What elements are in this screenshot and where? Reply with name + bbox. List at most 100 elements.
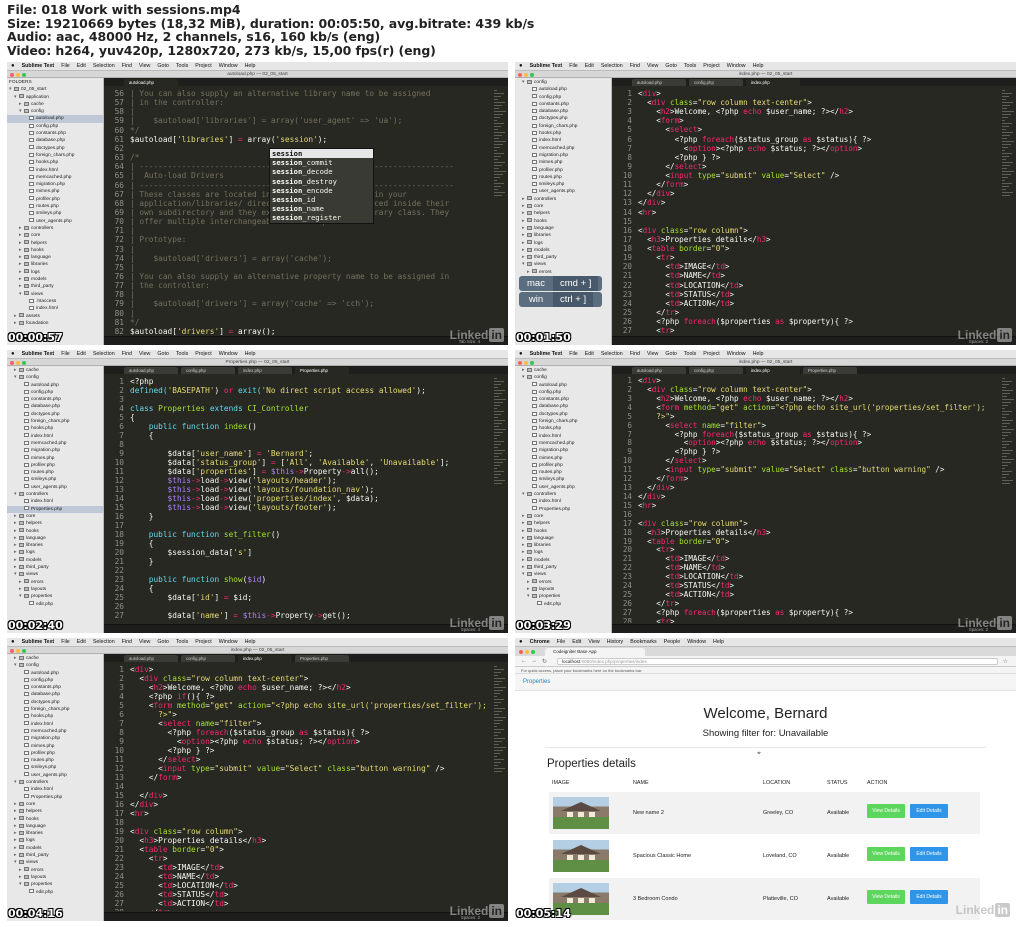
tree-item[interactable]: ▸ third_party [7, 852, 103, 859]
back-icon[interactable]: ← [521, 658, 527, 664]
tree-item[interactable]: ▾ controllers [7, 779, 103, 786]
tree-item[interactable]: memcached.php [7, 440, 103, 447]
tree-item[interactable]: ▾ controllers [515, 491, 611, 498]
tree-item[interactable]: ▾ properties [7, 593, 103, 600]
code-editor[interactable]: 1 2 3 4 5 6 7 8 9 10 11 12 13 14 15 16 17 18 19 20 21 22 23 24 2… [104, 662, 492, 911]
editor-tab[interactable]: index.php [238, 367, 292, 374]
tree-item[interactable]: migration.php [7, 735, 103, 742]
menu-item-edit[interactable]: Edit [77, 639, 86, 645]
menu-item-edit[interactable]: Edit [77, 63, 86, 69]
tree-item[interactable]: ▸ models [7, 557, 103, 564]
tree-item[interactable]: database.php [515, 403, 611, 410]
tree-item[interactable]: ▸ hooks [515, 218, 611, 225]
tree-item[interactable]: ▸ layouts [7, 586, 103, 593]
tree-item[interactable]: mimes.php [7, 743, 103, 750]
menu-item-project[interactable]: Project [703, 351, 720, 357]
nav-link-properties[interactable]: Properties [523, 678, 550, 687]
tree-item[interactable]: doctypes.php [515, 411, 611, 418]
tree-item[interactable]: FOLDERS [7, 79, 103, 86]
tree-item[interactable]: .htaccess [7, 298, 103, 305]
menu-item-tools[interactable]: Tools [176, 63, 188, 69]
bookmark-star-icon[interactable]: ☆ [1003, 658, 1008, 665]
editor-tab[interactable]: config.php [689, 367, 743, 374]
tree-item[interactable]: memcached.php [7, 174, 103, 181]
menu-item-bookmarks[interactable]: Bookmarks [630, 639, 657, 645]
tree-item[interactable]: ▸ layouts [7, 874, 103, 881]
autocomplete-item[interactable]: session_decode [270, 167, 373, 176]
menu-item-help[interactable]: Help [245, 63, 256, 69]
minimap[interactable] [1000, 374, 1016, 623]
tree-item[interactable]: constants.php [515, 396, 611, 403]
menu-item-goto[interactable]: Goto [665, 63, 676, 69]
tree-item[interactable]: profiler.php [515, 462, 611, 469]
close-window-icon[interactable] [519, 649, 523, 654]
tree-item[interactable]: profiler.php [7, 196, 103, 203]
editor-tab[interactable]: autoload.php [124, 79, 178, 86]
menu-item-edit[interactable]: Edit [585, 63, 594, 69]
menu-item-view[interactable]: View [139, 351, 150, 357]
tree-item[interactable]: ▾ properties [515, 593, 611, 600]
tree-item[interactable]: database.php [7, 137, 103, 144]
tree-item[interactable]: ▸ logs [515, 549, 611, 556]
tree-item[interactable]: ▸ errors [515, 269, 611, 276]
tree-item[interactable]: ▸ libraries [515, 542, 611, 549]
autocomplete-item[interactable]: session_encode [270, 186, 373, 195]
tree-item[interactable]: index.html [7, 786, 103, 793]
code-editor[interactable]: 1 2 3 4 5 6 7 8 9 10 11 12 13 14 15 16 17 18 19 20 21 22 23 24 2… [612, 86, 1000, 335]
tree-item[interactable]: edit.php [7, 601, 103, 608]
menu-item-help[interactable]: Help [713, 639, 724, 645]
tree-item[interactable]: ▸ controllers [515, 196, 611, 203]
tree-item[interactable]: profiler.php [7, 462, 103, 469]
autocomplete-item[interactable]: session_register [270, 213, 373, 222]
menu-item-view[interactable]: View [139, 639, 150, 645]
view-details-button[interactable]: View Details [867, 804, 905, 818]
tree-item[interactable]: ▸ helpers [515, 210, 611, 217]
tree-item[interactable]: foreign_chars.php [7, 418, 103, 425]
tree-item[interactable]: ▸ language [7, 823, 103, 830]
menu-item-project[interactable]: Project [195, 63, 212, 69]
menu-item-window[interactable]: Window [219, 351, 238, 357]
menu-item-sublime-text[interactable]: Sublime Text [22, 351, 55, 357]
tree-item[interactable]: memcached.php [7, 728, 103, 735]
tree-item[interactable]: index.html [7, 167, 103, 174]
tree-item[interactable]: index.html [515, 498, 611, 505]
minimize-window-icon[interactable] [525, 649, 529, 654]
tree-item[interactable]: ▸ libraries [7, 830, 103, 837]
tree-item[interactable]: user_agents.php [515, 484, 611, 491]
code-editor[interactable]: 1 2 3 4 5 6 7 8 9 10 11 12 13 14 15 16 17 18 19 20 21 22 23 24 2… [104, 374, 492, 623]
tree-item[interactable]: migration.php [515, 447, 611, 454]
menu-item-selection[interactable]: Selection [93, 351, 115, 357]
tree-item[interactable]: database.php [7, 691, 103, 698]
tree-item[interactable]: doctypes.php [7, 145, 103, 152]
edit-details-button[interactable]: Edit Details [910, 804, 948, 818]
menu-item-selection[interactable]: Selection [93, 63, 115, 69]
menu-item-sublime-text[interactable]: Sublime Text [530, 351, 563, 357]
tree-item[interactable]: smileys.php [7, 476, 103, 483]
menu-item-find[interactable]: Find [630, 63, 640, 69]
editor-tab[interactable]: Properties.php [295, 655, 349, 662]
tree-item[interactable]: ▸ cache [515, 367, 611, 374]
forward-icon[interactable]: → [531, 658, 537, 664]
tree-item[interactable]: config.php [7, 677, 103, 684]
tree-item[interactable]: constants.php [7, 396, 103, 403]
editor-tab[interactable]: autoload.php [632, 79, 686, 86]
menu-item-tools[interactable]: Tools [176, 351, 188, 357]
tree-item[interactable]: ▸ cache [7, 367, 103, 374]
tree-item[interactable]: ▾ config [515, 79, 611, 86]
menu-item-goto[interactable]: Goto [665, 351, 676, 357]
tree-item[interactable]: config.php [515, 389, 611, 396]
tree-item[interactable]: ▾ controllers [7, 491, 103, 498]
menu-item-sublime-text[interactable]: Sublime Text [22, 639, 55, 645]
tree-item[interactable]: routes.php [7, 203, 103, 210]
tree-item[interactable]: doctypes.php [7, 411, 103, 418]
tree-item[interactable]: ▸ controllers [7, 225, 103, 232]
code-editor[interactable]: 1 2 3 4 5 6 7 8 9 10 11 12 13 14 15 16 17 18 19 20 21 22 23 24 2… [612, 374, 1000, 623]
menu-item-sublime-text[interactable]: Sublime Text [530, 63, 563, 69]
tree-item[interactable]: migration.php [7, 181, 103, 188]
tree-item[interactable]: database.php [515, 108, 611, 115]
tree-item[interactable]: ▸ language [7, 535, 103, 542]
tree-item[interactable]: index.html [515, 433, 611, 440]
menu-item-view[interactable]: View [647, 351, 658, 357]
url-input[interactable]: localhost:8080/index.php/properties/inde… [557, 658, 998, 665]
tree-item[interactable]: autoload.php [515, 382, 611, 389]
